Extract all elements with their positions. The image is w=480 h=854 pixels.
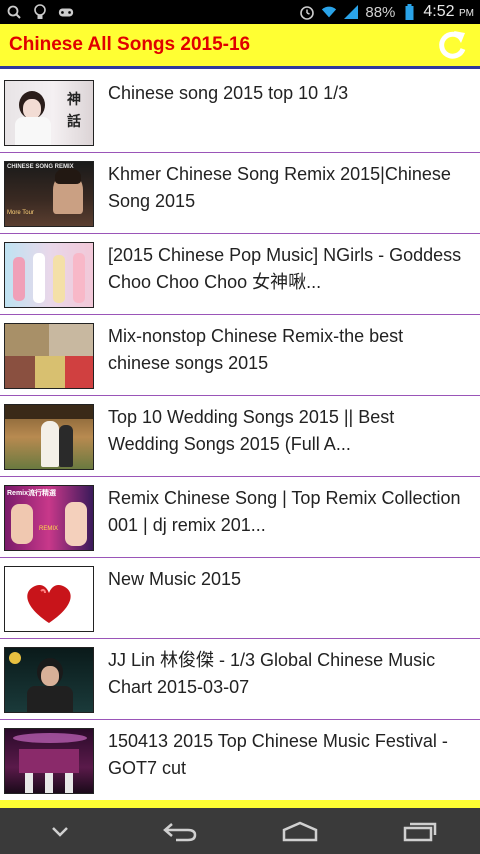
video-title: [2015 Chinese Pop Music] NGirls - Goddes… bbox=[108, 245, 462, 292]
list-item[interactable]: CHINESE SONG REMIX More Tour Khmer Chine… bbox=[0, 153, 480, 234]
list-item[interactable]: Remix流行精選 REMIX Remix Chinese Song | Top… bbox=[0, 477, 480, 558]
video-title: Khmer Chinese Song Remix 2015|Chinese So… bbox=[108, 164, 451, 211]
search-icon bbox=[6, 4, 22, 20]
video-thumbnail bbox=[4, 566, 94, 632]
app-title: Chinese All Songs 2015-16 bbox=[9, 34, 251, 55]
video-thumbnail bbox=[4, 242, 94, 308]
wifi-icon bbox=[321, 4, 337, 20]
list-item[interactable]: Mix-nonstop Chinese Remix-the best chine… bbox=[0, 315, 480, 396]
back-button[interactable] bbox=[150, 811, 210, 851]
video-thumbnail bbox=[4, 404, 94, 470]
app-bar: Chinese All Songs 2015-16 bbox=[0, 24, 480, 69]
list-item[interactable]: Top 10 Wedding Songs 2015 || Best Weddin… bbox=[0, 396, 480, 477]
list-item[interactable]: JJ Lin 林俊傑 - 1/3 Global Chinese Music Ch… bbox=[0, 639, 480, 720]
video-thumbnail bbox=[4, 647, 94, 713]
video-thumbnail: Remix流行精選 REMIX bbox=[4, 485, 94, 551]
battery-percent: 88% bbox=[365, 3, 396, 21]
video-thumbnail: 神 話 bbox=[4, 80, 94, 146]
video-title: Remix Chinese Song | Top Remix Collectio… bbox=[108, 488, 461, 535]
battery-icon bbox=[401, 4, 417, 20]
lightbulb-icon bbox=[32, 4, 48, 20]
status-bar: 88% 4:52 PM bbox=[0, 0, 480, 24]
hide-keyboard-button[interactable] bbox=[30, 811, 90, 851]
list-item[interactable]: New Music 2015 bbox=[0, 558, 480, 639]
video-title: Mix-nonstop Chinese Remix-the best chine… bbox=[108, 326, 404, 373]
video-list[interactable]: 神 話 Chinese song 2015 top 10 1/3 CHINESE… bbox=[0, 72, 480, 800]
app-bottom-strip bbox=[0, 800, 480, 808]
recents-button[interactable] bbox=[390, 811, 450, 851]
navigation-bar bbox=[0, 808, 480, 854]
signal-icon bbox=[343, 4, 359, 20]
video-title: New Music 2015 bbox=[108, 569, 242, 589]
clock: 4:52 PM bbox=[423, 3, 474, 20]
refresh-icon bbox=[439, 31, 466, 59]
list-item[interactable]: 150413 2015 Top Chinese Music Festival -… bbox=[0, 720, 480, 800]
refresh-button[interactable] bbox=[430, 25, 474, 65]
video-thumbnail bbox=[4, 728, 94, 794]
video-title: 150413 2015 Top Chinese Music Festival -… bbox=[108, 731, 448, 778]
video-title: Top 10 Wedding Songs 2015 || Best Weddin… bbox=[108, 407, 395, 454]
back-icon bbox=[163, 823, 197, 842]
gamepad-icon bbox=[58, 4, 74, 20]
video-thumbnail bbox=[4, 323, 94, 389]
chevron-down-icon bbox=[52, 827, 68, 837]
list-item[interactable]: 神 話 Chinese song 2015 top 10 1/3 bbox=[0, 72, 480, 153]
home-icon bbox=[282, 821, 318, 842]
video-title: JJ Lin 林俊傑 - 1/3 Global Chinese Music Ch… bbox=[108, 650, 436, 697]
heart-icon bbox=[27, 584, 71, 623]
alarm-icon bbox=[299, 4, 315, 20]
video-thumbnail: CHINESE SONG REMIX More Tour bbox=[4, 161, 94, 227]
list-item[interactable]: [2015 Chinese Pop Music] NGirls - Goddes… bbox=[0, 234, 480, 315]
recents-icon bbox=[403, 822, 437, 842]
video-title: Chinese song 2015 top 10 1/3 bbox=[108, 83, 349, 103]
home-button[interactable] bbox=[270, 811, 330, 851]
